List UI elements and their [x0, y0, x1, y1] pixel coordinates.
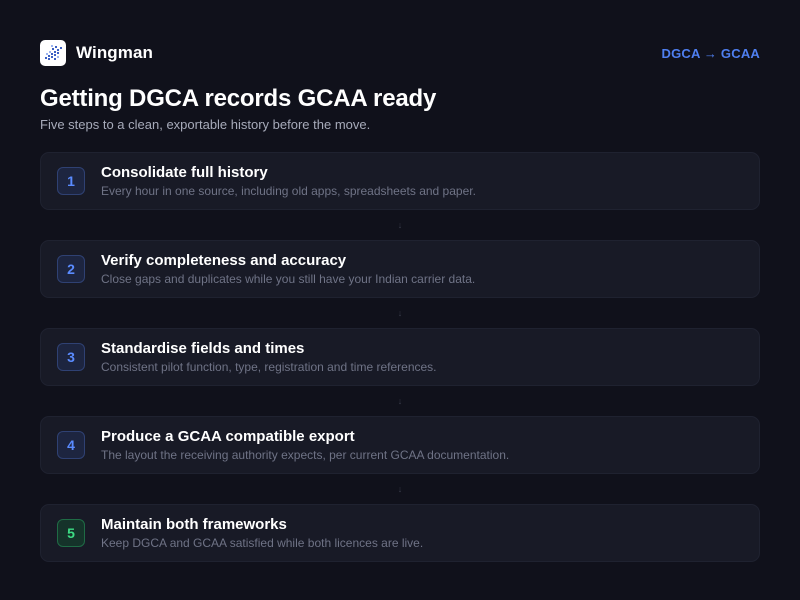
step-title: Consolidate full history [101, 163, 268, 181]
step-title: Standardise fields and times [101, 339, 305, 357]
step-card-4: 4 Produce a GCAA compatible export The l… [40, 416, 760, 474]
header: Wingman DGCA → GCAA [40, 40, 760, 66]
step-card-5: 5 Maintain both frameworks Keep DGCA and… [40, 504, 760, 562]
step-card-1: 1 Consolidate full history Every hour in… [40, 152, 760, 210]
step-card-2: 2 Verify completeness and accuracy Close… [40, 240, 760, 298]
brand[interactable]: Wingman [40, 40, 153, 66]
step-number-badge: 3 [57, 343, 85, 371]
step-text: Standardise fields and times Consistent … [101, 340, 437, 375]
step-description: The layout the receiving authority expec… [101, 447, 510, 462]
step-text: Maintain both frameworks Keep DGCA and G… [101, 516, 423, 551]
step-title: Produce a GCAA compatible export [101, 427, 355, 445]
step-number-badge: 4 [57, 431, 85, 459]
step-text: Verify completeness and accuracy Close g… [101, 252, 475, 287]
step-description: Consistent pilot function, type, registr… [101, 359, 437, 374]
page-title: Getting DGCA records GCAA ready [40, 85, 437, 112]
step-description: Every hour in one source, including old … [101, 183, 476, 198]
step-number-badge: 1 [57, 167, 85, 195]
arrow-down-icon: ↓ [397, 483, 403, 494]
wingman-logo-icon [40, 40, 66, 66]
step-title: Maintain both frameworks [101, 515, 287, 533]
step-number-badge: 2 [57, 255, 85, 283]
step-card-3: 3 Standardise fields and times Consisten… [40, 328, 760, 386]
arrow-down-icon: ↓ [397, 219, 403, 230]
step-number-badge: 5 [57, 519, 85, 547]
page-subtitle: Five steps to a clean, exportable histor… [40, 117, 371, 132]
step-text: Consolidate full history Every hour in o… [101, 164, 476, 199]
route-label: DGCA → GCAA [661, 45, 760, 61]
wingman-logo-graphic [45, 45, 62, 60]
steps-list: 1 Consolidate full history Every hour in… [40, 152, 760, 562]
step-description: Keep DGCA and GCAA satisfied while both … [101, 535, 424, 550]
step-title: Verify completeness and accuracy [101, 251, 347, 269]
step-description: Close gaps and duplicates while you stil… [101, 271, 476, 286]
arrow-down-icon: ↓ [397, 395, 403, 406]
arrow-down-icon: ↓ [397, 307, 403, 318]
page: Wingman DGCA → GCAA Getting DGCA records… [0, 0, 800, 600]
app-name: Wingman [76, 43, 154, 62]
step-text: Produce a GCAA compatible export The lay… [101, 428, 509, 463]
